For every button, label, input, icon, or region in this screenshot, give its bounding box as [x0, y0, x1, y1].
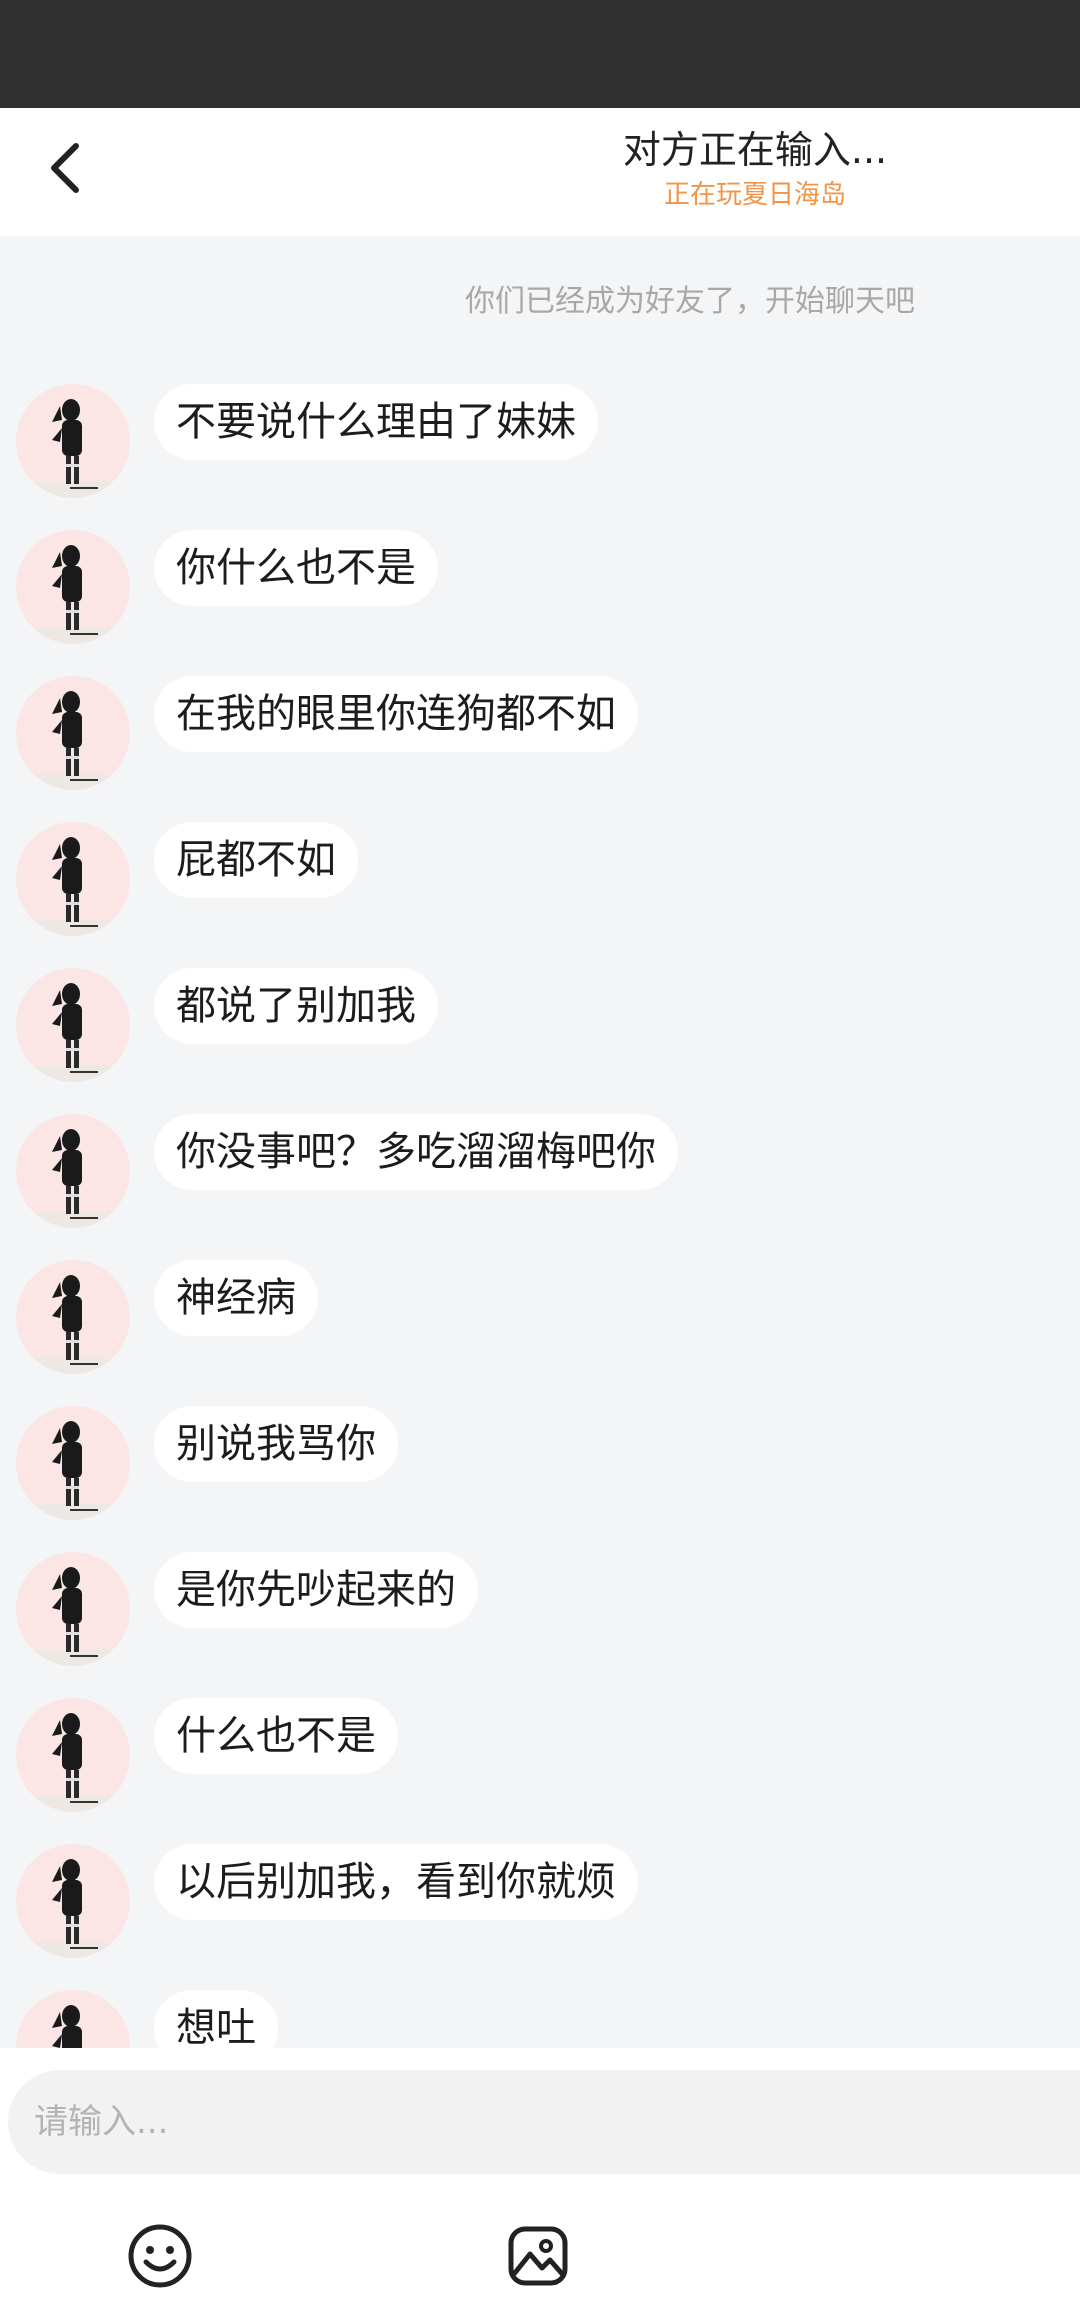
message-bubble[interactable]: 在我的眼里你连狗都不如	[154, 676, 638, 752]
message-row: 你什么也不是	[16, 530, 1056, 650]
chat-title: 对方正在输入...	[622, 128, 888, 172]
system-note: 你们已经成为好友了，开始聊天吧	[465, 284, 915, 319]
avatar[interactable]	[16, 1698, 130, 1812]
message-bubble[interactable]: 都说了别加我	[154, 968, 438, 1044]
avatar[interactable]	[16, 1406, 130, 1520]
message-row: 你没事吧？多吃溜溜梅吧你	[16, 1114, 1056, 1234]
message-row: 屁都不如	[16, 822, 1056, 942]
message-row: 在我的眼里你连狗都不如	[16, 676, 1056, 796]
emoji-button[interactable]	[124, 2220, 196, 2292]
chat-subtitle: 正在玩夏日海岛	[663, 180, 846, 210]
image-icon	[508, 2226, 568, 2286]
message-bubble[interactable]: 是你先吵起来的	[154, 1552, 478, 1628]
message-row: 别说我骂你	[16, 1406, 1056, 1526]
status-bar	[0, 0, 1080, 108]
message-bubble[interactable]: 什么也不是	[154, 1698, 398, 1774]
message-row: 想吐	[16, 1990, 1056, 2048]
avatar[interactable]	[16, 968, 130, 1082]
message-row: 神经病	[16, 1260, 1056, 1380]
message-row: 什么也不是	[16, 1698, 1056, 1818]
avatar[interactable]	[16, 384, 130, 498]
avatar[interactable]	[16, 1114, 130, 1228]
chat-header: 对方正在输入... 正在玩夏日海岛	[0, 108, 1080, 236]
avatar[interactable]	[16, 822, 130, 936]
message-bubble[interactable]: 别说我骂你	[154, 1406, 398, 1482]
message-row: 以后别加我，看到你就烦	[16, 1844, 1056, 1964]
message-bubble[interactable]: 屁都不如	[154, 822, 358, 898]
message-row: 是你先吵起来的	[16, 1552, 1056, 1672]
composer-bar	[0, 2048, 1080, 2310]
avatar[interactable]	[16, 530, 130, 644]
avatar[interactable]	[16, 676, 130, 790]
message-bubble[interactable]: 想吐	[154, 1990, 278, 2048]
message-bubble[interactable]: 你什么也不是	[154, 530, 438, 606]
message-list[interactable]: 你们已经成为好友了，开始聊天吧 不要说什么理由了妹妹 你什么也不是在我的眼里你连狗…	[0, 236, 1080, 2048]
message-bubble[interactable]: 你没事吧？多吃溜溜梅吧你	[154, 1114, 678, 1190]
message-bubble[interactable]: 不要说什么理由了妹妹	[154, 384, 598, 460]
avatar[interactable]	[16, 1844, 130, 1958]
avatar[interactable]	[16, 1990, 130, 2048]
message-input[interactable]	[8, 2070, 1080, 2174]
message-row: 都说了别加我	[16, 968, 1056, 1088]
message-bubble[interactable]: 以后别加我，看到你就烦	[154, 1844, 638, 1920]
message-bubble[interactable]: 神经病	[154, 1260, 318, 1336]
smiley-icon	[128, 2224, 192, 2288]
message-row: 不要说什么理由了妹妹	[16, 384, 1056, 504]
avatar[interactable]	[16, 1552, 130, 1666]
avatar[interactable]	[16, 1260, 130, 1374]
image-button[interactable]	[502, 2220, 574, 2292]
